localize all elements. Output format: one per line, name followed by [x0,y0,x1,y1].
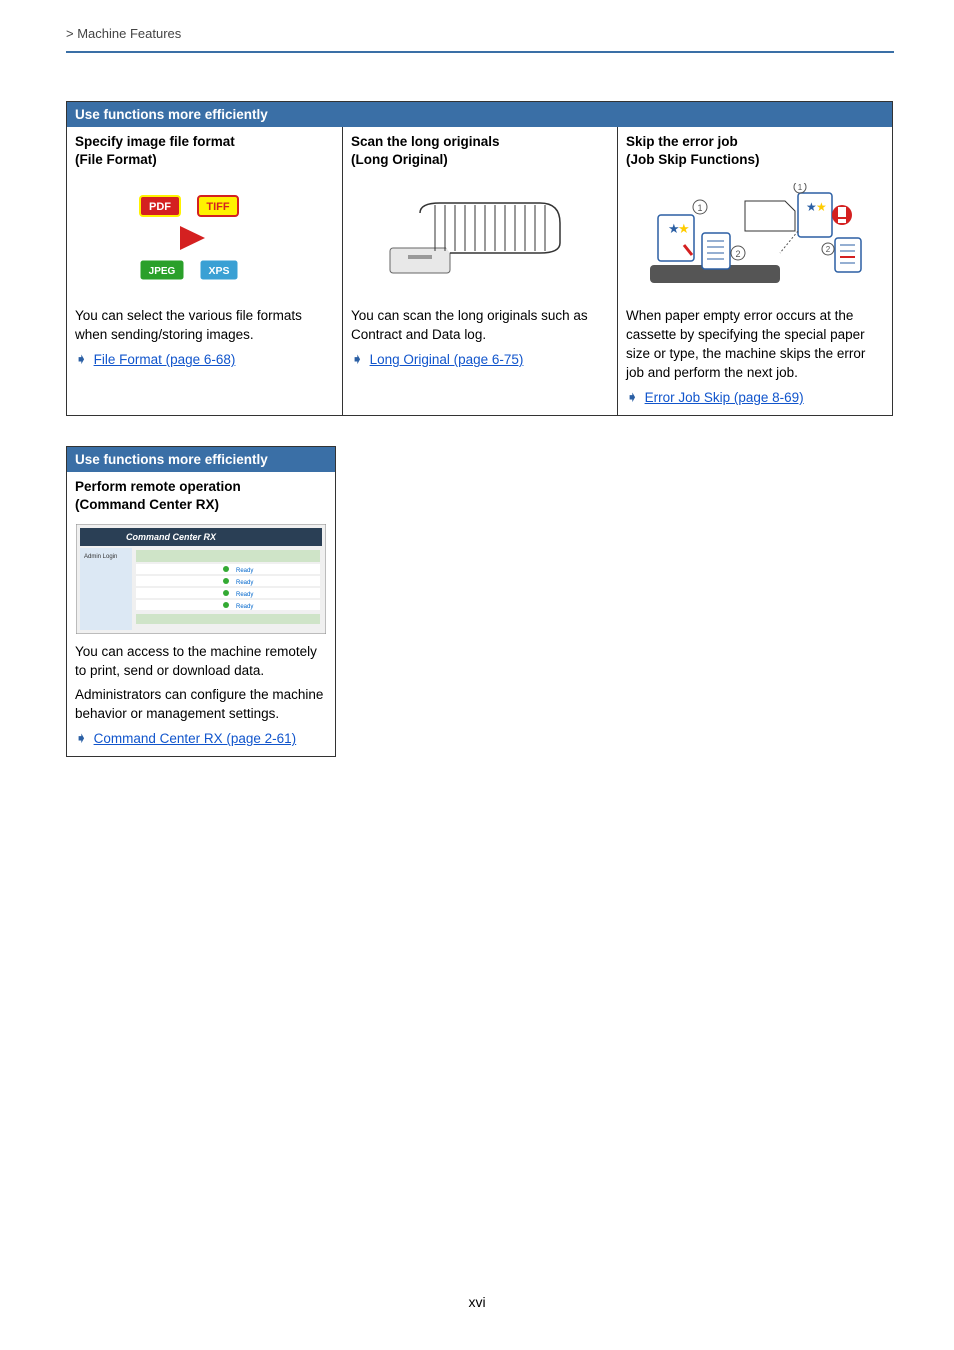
svg-text:★: ★ [678,221,690,236]
title-line1: Skip the error job [626,134,738,149]
col-file-format: Specify image file format (File Format) … [67,127,342,415]
title-line2: (File Format) [75,152,157,167]
card-header: Use functions more efficiently [67,447,335,472]
arrow-icon: ➧ [75,351,88,369]
svg-text:★: ★ [816,200,827,214]
card-command-center: Use functions more efficiently Perform r… [66,446,336,757]
svg-text:Ready: Ready [236,568,253,574]
body-text-2: Administrators can configure the machine… [75,686,327,724]
body-text: When paper empty error occurs at the cas… [626,307,884,383]
pdf-label: PDF [149,201,171,213]
tiff-label: TIFF [206,201,229,213]
body-text: You can select the various file formats … [75,307,334,345]
page-number: xvi [0,1294,954,1310]
svg-text:2: 2 [735,249,740,259]
svg-text:Ready: Ready [236,604,253,610]
breadcrumb: > Machine Features [66,26,954,41]
svg-text:Ready: Ready [236,592,253,598]
title-line1: Scan the long originals [351,134,500,149]
figure-skip-error: ★ ★ 1 2 [618,173,892,303]
figure-file-format: PDF TIFF JPEG XPS [67,173,342,303]
figure-command-center: Command Center RX Admin Login Ready Read… [67,519,335,639]
col-long-original: Scan the long originals (Long Original) [342,127,617,415]
svg-text:Command Center RX: Command Center RX [126,532,217,542]
title-line2: (Long Original) [351,152,448,167]
arrow-icon: ➧ [626,389,639,407]
card-header: Use functions more efficiently [67,102,892,127]
link-command-center[interactable]: Command Center RX (page 2-61) [94,730,297,748]
svg-text:Ready: Ready [236,580,253,586]
link-file-format[interactable]: File Format (page 6-68) [94,351,236,369]
title-line1: Perform remote operation [75,479,241,494]
svg-text:1: 1 [697,203,702,213]
xps-label: XPS [208,265,229,277]
card-efficiency-row1: Use functions more efficiently Specify i… [66,101,893,416]
col-skip-error: Skip the error job (Job Skip Functions) … [617,127,892,415]
arrow-icon: ➧ [351,351,364,369]
svg-text:Admin Login: Admin Login [84,554,117,560]
svg-text:2: 2 [826,245,831,254]
arrow-icon: ➧ [75,730,88,748]
svg-text:1: 1 [798,183,803,192]
figure-long-original [343,173,617,303]
title-line2: (Job Skip Functions) [626,152,760,167]
body-text: You can scan the long originals such as … [351,307,609,345]
title-line1: Specify image file format [75,134,235,149]
link-long-original[interactable]: Long Original (page 6-75) [370,351,524,369]
body-text-1: You can access to the machine remotely t… [75,643,327,681]
title-line2: (Command Center RX) [75,497,219,512]
link-error-skip[interactable]: Error Job Skip (page 8-69) [645,389,804,407]
jpeg-label: JPEG [148,266,175,277]
